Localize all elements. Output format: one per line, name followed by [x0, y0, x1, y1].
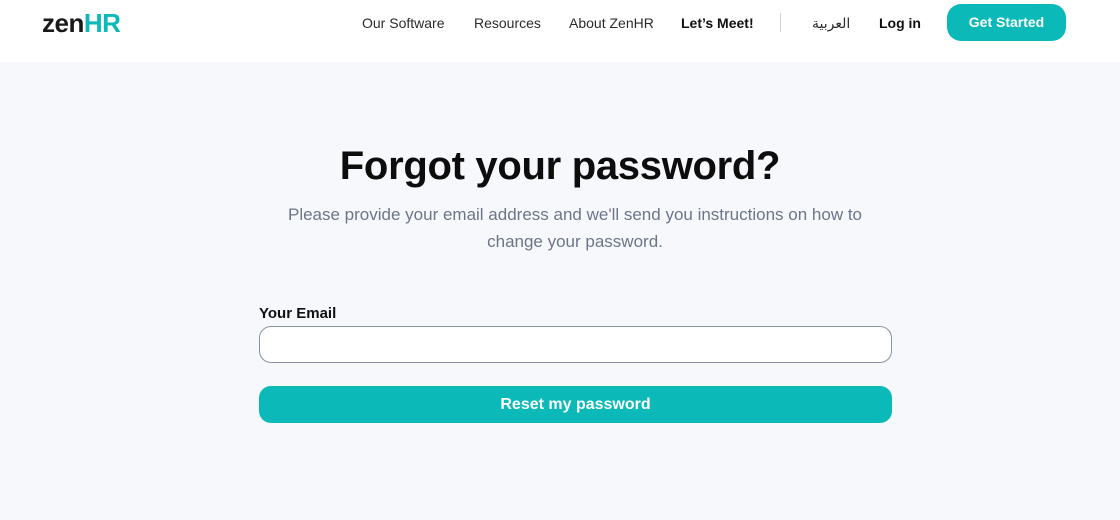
- nav-divider: [780, 13, 781, 32]
- zenhr-logo[interactable]: zenHR: [42, 8, 121, 38]
- get-started-button[interactable]: Get Started: [947, 4, 1066, 41]
- logo-zen-text: zen: [42, 8, 84, 38]
- page-title: Forgot your password?: [339, 144, 781, 188]
- nav-our-software[interactable]: Our Software: [362, 14, 444, 32]
- nav-about-zenhr[interactable]: About ZenHR: [569, 14, 654, 32]
- nav-language-arabic[interactable]: العربية: [812, 14, 850, 32]
- site-header: zenHR Our Software Resources About ZenHR…: [0, 0, 1120, 62]
- page-subtitle: Please provide your email address and we…: [287, 205, 862, 251]
- nav-login[interactable]: Log in: [879, 14, 921, 32]
- nav-resources[interactable]: Resources: [474, 14, 541, 32]
- email-field[interactable]: [259, 326, 892, 363]
- reset-password-button[interactable]: Reset my password: [259, 386, 892, 423]
- nav-lets-meet[interactable]: Let’s Meet!: [681, 14, 754, 32]
- logo-hr-text: HR: [83, 8, 121, 38]
- email-label: Your Email: [259, 305, 337, 322]
